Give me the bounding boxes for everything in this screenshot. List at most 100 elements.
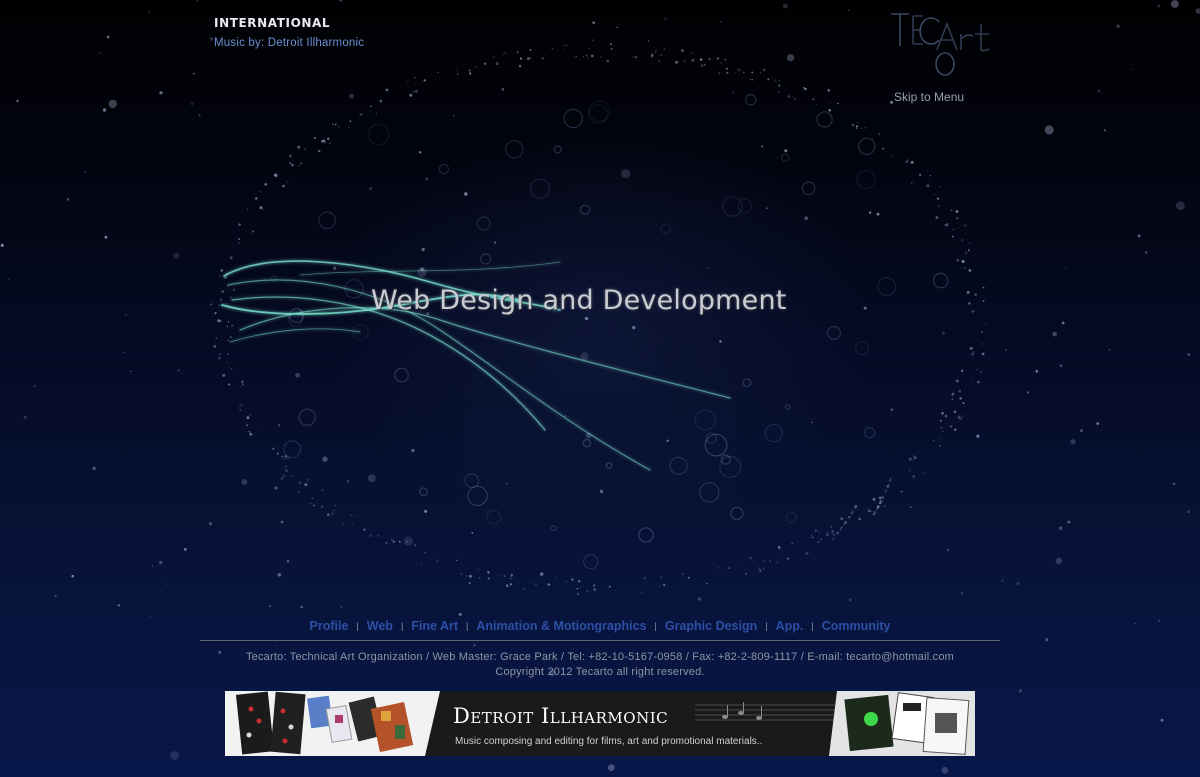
ring-particle <box>593 588 597 591</box>
ring-particle <box>228 383 231 386</box>
ring-particle <box>757 567 760 570</box>
ring-particle <box>826 534 829 537</box>
ring-particle <box>969 242 971 244</box>
ring-particle <box>398 540 401 543</box>
nav-graphic-design[interactable]: Graphic Design <box>665 619 757 633</box>
ring-particle <box>610 48 613 50</box>
bubble <box>476 216 491 231</box>
ring-particle <box>326 513 330 517</box>
ring-particle <box>832 533 835 536</box>
ring-particle <box>876 507 879 510</box>
ring-particle <box>850 512 853 515</box>
ring-particle <box>932 439 935 442</box>
ring-particle <box>939 419 942 422</box>
bubble <box>863 427 876 439</box>
ring-particle <box>534 583 538 586</box>
ring-particle <box>960 267 963 270</box>
bubble <box>816 111 833 128</box>
ring-particle <box>586 590 589 592</box>
ring-particle <box>246 424 249 427</box>
detroit-illharmonic-banner[interactable]: Detroit Illharmonic Music composing and … <box>225 691 975 756</box>
ring-particle <box>951 235 955 238</box>
ring-particle <box>571 578 574 581</box>
banner-title: Detroit Illharmonic <box>453 704 669 728</box>
ring-particle <box>327 137 330 140</box>
ring-particle <box>905 160 909 164</box>
ring-particle <box>968 302 971 305</box>
ring-particle <box>276 452 279 455</box>
ring-particle <box>240 404 243 406</box>
ring-particle <box>879 502 882 505</box>
nav-web[interactable]: Web <box>367 619 393 633</box>
ring-particle <box>529 57 532 59</box>
ring-particle <box>851 123 855 127</box>
ring-particle <box>858 517 862 521</box>
ring-particle <box>369 109 371 112</box>
ring-particle <box>940 427 943 429</box>
ring-particle <box>663 583 666 587</box>
bubble <box>298 408 316 426</box>
ring-particle <box>227 353 230 356</box>
ring-particle <box>529 48 532 51</box>
ring-particle <box>219 298 223 302</box>
ring-particle <box>828 108 832 112</box>
bubble <box>742 378 752 388</box>
ring-particle <box>882 147 885 150</box>
ring-particle <box>369 534 372 537</box>
ring-particle <box>981 352 985 356</box>
ring-particle <box>869 510 872 513</box>
ring-particle <box>582 56 584 58</box>
ring-particle <box>663 48 665 50</box>
ring-particle <box>937 204 941 208</box>
ring-particle <box>375 112 378 115</box>
ring-particle <box>855 127 858 130</box>
ring-particle <box>218 352 222 356</box>
ring-particle <box>456 559 458 562</box>
ring-particle <box>864 126 867 129</box>
ring-particle <box>929 175 932 177</box>
ring-particle <box>272 447 275 450</box>
ring-particle <box>291 475 293 477</box>
nav-fine-art[interactable]: Fine Art <box>411 619 458 633</box>
ring-particle <box>840 526 844 529</box>
ring-particle <box>475 66 478 68</box>
nav-animation-motiongraphics[interactable]: Animation & Motiongraphics <box>476 619 646 633</box>
ring-particle <box>246 416 250 420</box>
ring-particle <box>668 63 669 65</box>
ring-particle <box>510 574 514 577</box>
nav-app[interactable]: App. <box>776 619 804 633</box>
ring-particle <box>958 389 962 393</box>
ring-particle <box>836 531 839 534</box>
ring-particle <box>341 522 344 525</box>
ring-particle <box>246 208 249 211</box>
ring-particle <box>955 209 958 212</box>
ring-particle <box>390 538 393 541</box>
bubble <box>826 325 841 340</box>
ring-particle <box>716 57 720 60</box>
ring-particle <box>219 275 221 277</box>
ring-particle <box>951 398 954 401</box>
ring-particle <box>681 572 684 575</box>
ring-particle <box>832 537 835 540</box>
nav-profile[interactable]: Profile <box>310 619 349 633</box>
ring-particle <box>528 57 530 60</box>
ring-particle <box>933 193 935 195</box>
ring-particle <box>817 541 820 543</box>
ring-particle <box>973 351 975 353</box>
ring-particle <box>770 78 772 79</box>
ring-particle <box>588 47 590 49</box>
ring-particle <box>610 43 612 46</box>
bubble <box>283 440 302 459</box>
ring-particle <box>883 495 885 497</box>
ring-particle <box>807 100 809 101</box>
ring-particle <box>423 79 426 82</box>
ring-particle <box>285 182 287 184</box>
ring-particle <box>274 173 277 176</box>
bubble <box>785 511 798 524</box>
ring-particle <box>331 123 335 126</box>
ring-particle <box>742 71 745 74</box>
bubble <box>638 527 654 543</box>
nav-community[interactable]: Community <box>822 619 891 633</box>
ring-particle <box>478 577 481 579</box>
ring-particle <box>835 533 838 536</box>
